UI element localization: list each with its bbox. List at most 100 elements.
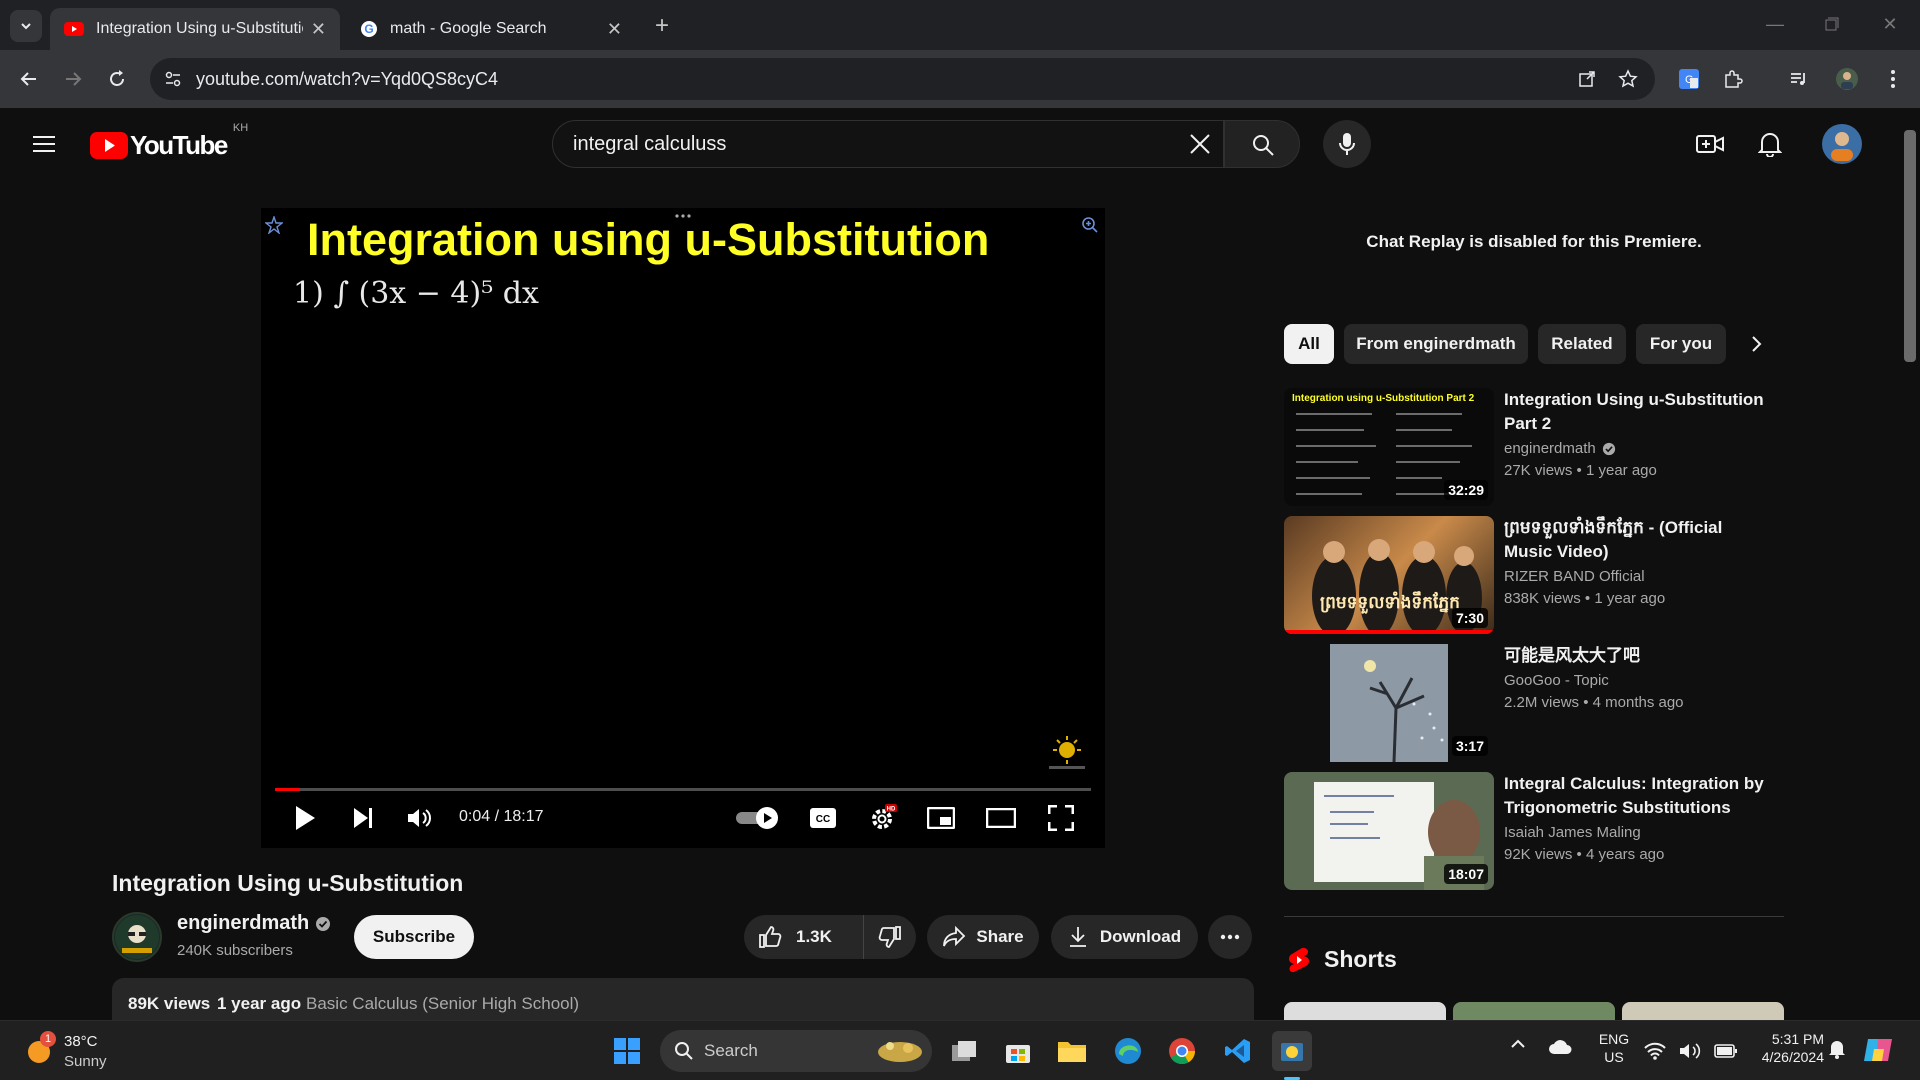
chrome-menu-button[interactable]	[1878, 64, 1908, 94]
search-highlight-icon	[878, 1042, 922, 1062]
tab-search-button[interactable]	[10, 10, 42, 42]
new-tab-button[interactable]: +	[648, 12, 676, 40]
chips-next-button[interactable]	[1740, 328, 1772, 360]
recommendation-views: 27K views	[1504, 462, 1573, 479]
theater-mode-button[interactable]	[983, 800, 1019, 836]
close-tab-icon[interactable]: ✕	[607, 19, 622, 40]
recommendation-item[interactable]: 18:07 Integral Calculus: Integration by …	[1284, 772, 1784, 890]
skip-next-icon	[354, 808, 372, 828]
recommendation-title[interactable]: 可能是风太大了吧	[1504, 644, 1774, 668]
playlist-link[interactable]: Basic Calculus (Senior High School)	[306, 994, 579, 1014]
play-button[interactable]	[287, 800, 323, 836]
fullscreen-button[interactable]	[1043, 800, 1079, 836]
copilot-button[interactable]	[1862, 1035, 1898, 1067]
reload-button[interactable]	[100, 62, 134, 96]
tab-google-search[interactable]: G math - Google Search ✕	[346, 8, 636, 50]
chip-from-channel[interactable]: From enginerdmath	[1344, 324, 1528, 364]
page-scrollbar[interactable]	[1900, 108, 1920, 1020]
clock[interactable]: 5:31 PM 4/26/2024	[1746, 1029, 1824, 1073]
channel-avatar[interactable]	[112, 912, 162, 962]
show-hidden-icons-button[interactable]	[1510, 1039, 1534, 1063]
bookmark-star-icon[interactable]	[1618, 69, 1638, 89]
short-thumbnail[interactable]	[1284, 1002, 1446, 1020]
recommendation-channel[interactable]: Isaiah James Maling	[1504, 824, 1641, 841]
restore-button[interactable]	[1812, 10, 1852, 38]
chrome-browser-button[interactable]	[1162, 1031, 1202, 1071]
start-button[interactable]	[607, 1031, 647, 1071]
store-app-button[interactable]	[998, 1031, 1038, 1071]
autoplay-toggle[interactable]	[733, 804, 783, 832]
open-in-app-icon[interactable]	[1578, 70, 1596, 88]
captions-button[interactable]: CC	[805, 800, 841, 836]
recommendation-item[interactable]: ព្រមទទួលទាំងទឹកភ្នែក 7:30 ព្រមទទួលទាំងទឹ…	[1284, 516, 1784, 634]
edge-browser-button[interactable]	[1108, 1031, 1148, 1071]
dislike-button[interactable]	[864, 915, 916, 959]
video-player[interactable]: Integration using u-Substitution 1) ∫ (3…	[261, 208, 1105, 848]
minimize-button[interactable]: —	[1755, 10, 1795, 38]
active-app-button[interactable]	[1272, 1031, 1312, 1071]
account-avatar[interactable]	[1820, 122, 1864, 166]
task-view-button[interactable]	[944, 1031, 984, 1071]
recommendation-item[interactable]: 3:17 可能是风太大了吧 GooGoo - Topic 2.2M views …	[1284, 644, 1784, 762]
recommendation-item[interactable]: Integration using u-Substitution Part 2 …	[1284, 388, 1784, 506]
recommendation-channel[interactable]: GooGoo - Topic	[1504, 672, 1609, 689]
chip-for-you[interactable]: For you	[1636, 324, 1726, 364]
like-button[interactable]: 1.3K	[744, 915, 864, 959]
more-actions-button[interactable]	[1208, 915, 1252, 959]
system-tray-status[interactable]	[1644, 1037, 1738, 1065]
progress-bar[interactable]	[275, 788, 1091, 791]
volume-button[interactable]	[401, 800, 437, 836]
pin-icon[interactable]	[265, 216, 283, 234]
vscode-button[interactable]	[1218, 1031, 1258, 1071]
taskbar-search[interactable]: Search	[660, 1030, 932, 1072]
recommendation-title[interactable]: Integration Using u-Substitution Part 2	[1504, 388, 1774, 436]
video-thumbnail[interactable]: 3:17	[1284, 644, 1494, 762]
weather-widget[interactable]: 1 38°C Sunny	[24, 1029, 134, 1073]
channel-name-row[interactable]: enginerdmath	[177, 912, 331, 935]
chip-all[interactable]: All	[1284, 324, 1334, 364]
clear-search-icon[interactable]	[1189, 133, 1211, 155]
recommendation-channel-row[interactable]: enginerdmath	[1504, 440, 1616, 457]
forward-button[interactable]	[56, 62, 90, 96]
short-thumbnail[interactable]	[1622, 1002, 1784, 1020]
search-button[interactable]	[1224, 120, 1300, 168]
share-button[interactable]: Share	[927, 915, 1039, 959]
profile-button[interactable]	[1832, 64, 1862, 94]
translate-extension-button[interactable]: G	[1674, 64, 1704, 94]
notifications-button[interactable]	[1828, 1039, 1850, 1063]
recommendation-title[interactable]: ព្រមទទួលទាំងទឹកភ្នែក - (Official Music V…	[1504, 516, 1774, 564]
file-explorer-button[interactable]	[1052, 1031, 1092, 1071]
description-box[interactable]: 89K views 1 year ago Basic Calculus (Sen…	[112, 978, 1254, 1020]
video-thumbnail[interactable]: Integration using u-Substitution Part 2 …	[1284, 388, 1494, 506]
settings-button[interactable]: HD	[863, 798, 903, 838]
close-window-button[interactable]: ✕	[1870, 10, 1910, 38]
youtube-logo[interactable]: YouTube KH	[90, 122, 248, 161]
miniplayer-button[interactable]	[923, 800, 959, 836]
next-button[interactable]	[345, 800, 381, 836]
video-thumbnail[interactable]: 18:07	[1284, 772, 1494, 890]
download-button[interactable]: Download	[1051, 915, 1198, 959]
extensions-button[interactable]	[1718, 64, 1748, 94]
short-thumbnail[interactable]	[1453, 1002, 1615, 1020]
voice-search-button[interactable]	[1323, 120, 1371, 168]
scrollbar-thumb[interactable]	[1904, 130, 1916, 362]
media-control-button[interactable]	[1784, 64, 1814, 94]
search-input[interactable]: integral calculuss	[552, 120, 1224, 168]
notifications-button[interactable]	[1750, 124, 1790, 164]
zoom-in-icon[interactable]	[1081, 216, 1099, 234]
language-indicator[interactable]: ENG US	[1594, 1029, 1634, 1073]
guide-menu-button[interactable]	[24, 124, 64, 164]
close-tab-icon[interactable]: ✕	[311, 19, 326, 40]
address-bar[interactable]: youtube.com/watch?v=Yqd0QS8cyC4	[150, 58, 1655, 100]
video-thumbnail[interactable]: ព្រមទទួលទាំងទឹកភ្នែក 7:30	[1284, 516, 1494, 634]
chip-related[interactable]: Related	[1538, 324, 1626, 364]
chevron-right-icon	[1752, 336, 1762, 352]
reload-icon	[110, 70, 124, 86]
back-button[interactable]	[12, 62, 46, 96]
onedrive-button[interactable]	[1548, 1039, 1576, 1063]
tab-youtube[interactable]: Integration Using u-Substitution ✕	[50, 8, 340, 50]
recommendation-channel[interactable]: RIZER BAND Official	[1504, 568, 1645, 585]
subscribe-button[interactable]: Subscribe	[354, 915, 474, 959]
create-button[interactable]	[1690, 124, 1730, 164]
recommendation-title[interactable]: Integral Calculus: Integration by Trigon…	[1504, 772, 1774, 820]
